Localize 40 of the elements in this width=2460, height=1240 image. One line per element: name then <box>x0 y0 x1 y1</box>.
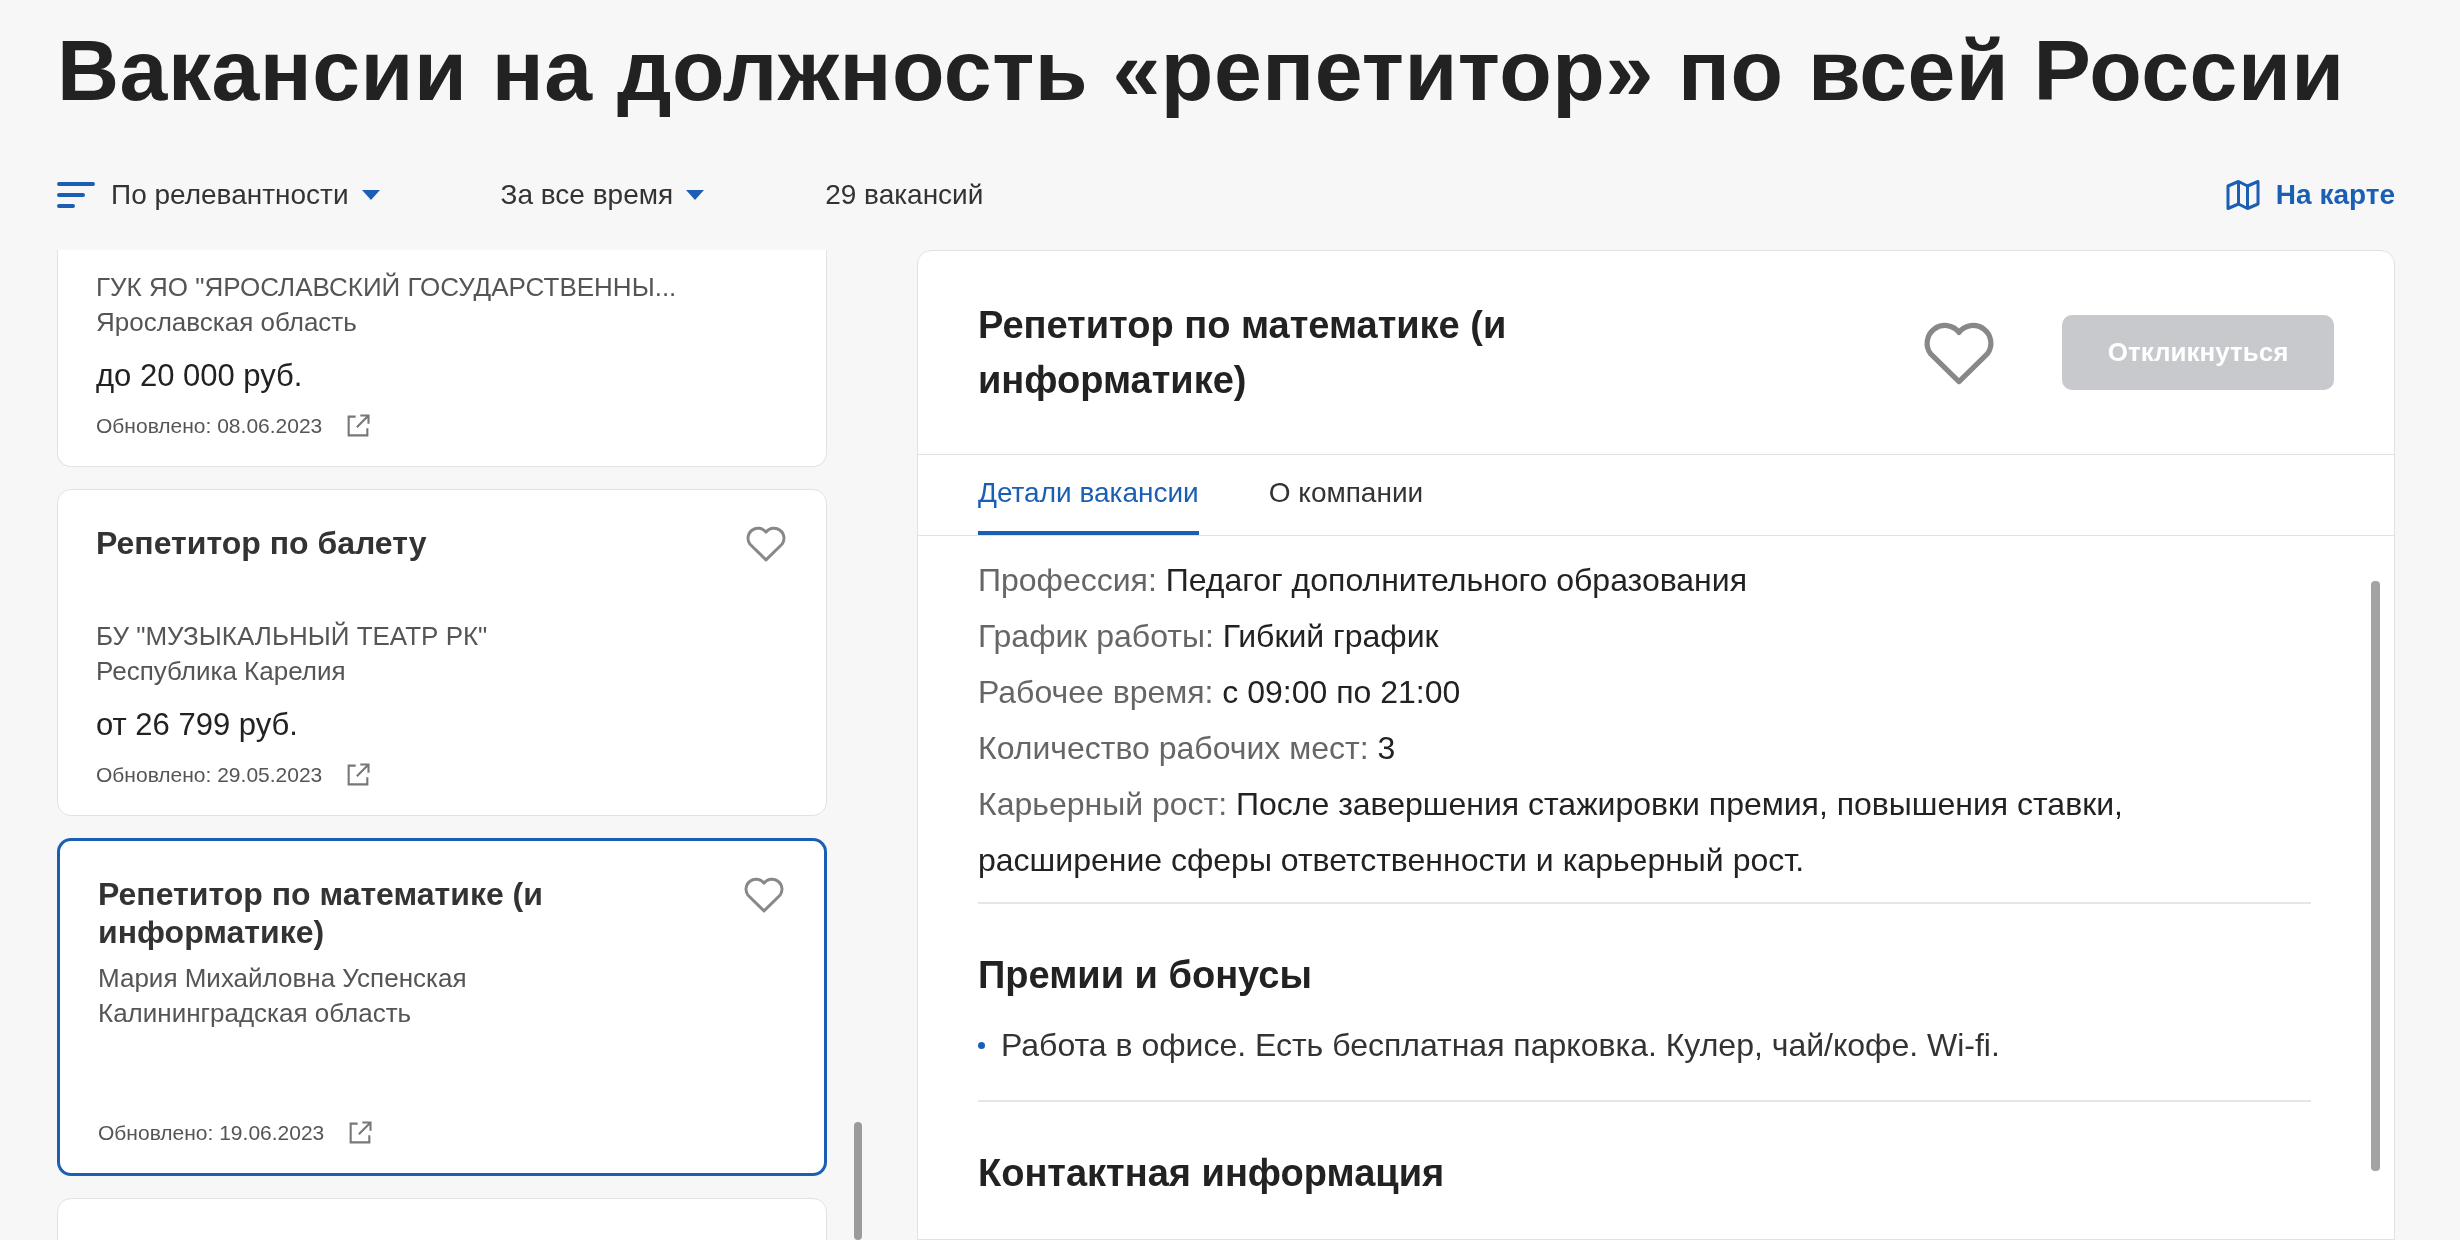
detail-field: Количество рабочих мест: 3 <box>978 720 2311 776</box>
scrollbar-thumb[interactable] <box>854 1122 862 1240</box>
employer-name: Мария Михайловна Успенская <box>98 961 468 995</box>
bullet-text: Работа в офисе. Есть бесплатная парковка. Кулер, чай/кофе. Wi-fi. <box>1001 1027 2000 1064</box>
bullet-icon <box>978 1042 985 1049</box>
heart-icon[interactable] <box>744 524 788 563</box>
vacancy-card[interactable]: ГУК ЯО "ЯРОСЛАВСКИЙ ГОСУДАРСТВЕННЫ... Ярославская область до 20 000 руб. Обновлено: 08.06.2023 <box>57 250 827 467</box>
caret-icon <box>360 189 381 201</box>
detail-field: График работы: Гибкий график <box>978 608 2311 664</box>
map-link[interactable]: На карте <box>2223 177 2395 213</box>
sort-dropdown[interactable]: По релевантности <box>111 179 381 211</box>
vacancy-heading: Репетитор по математике (и информатике) <box>978 302 1508 403</box>
employer-name: ГУК ЯО "ЯРОСЛАВСКИЙ ГОСУДАРСТВЕННЫ... <box>96 271 678 304</box>
tab[interactable]: О компании <box>1268 455 1424 535</box>
detail-field: Рабочее время: с 09:00 по 21:00 <box>978 664 2311 720</box>
region-name: Калининградская область <box>98 996 413 1030</box>
map-link-label[interactable]: На карте <box>2275 179 2395 211</box>
region-name: Республика Карелия <box>96 654 347 688</box>
vacancy-card[interactable]: Репетитор по балету БУ "МУЗЫКАЛЬНЫЙ ТЕАТР РК" Республика Карелия от 26 799 руб. Обновлено: 29.05.2023 <box>57 489 827 816</box>
employer-name: БУ "МУЗЫКАЛЬНЫЙ ТЕАТР РК" <box>96 619 489 653</box>
vacancy-title[interactable]: Репетитор по балету <box>96 524 427 562</box>
updated-date: Обновлено: 19.06.2023 <box>98 1120 325 1145</box>
vacancy-count: 29 вакансий <box>825 179 984 211</box>
vacancy-card[interactable]: Репетитор по математике (и информатике) Мария Михайловна Успенская Калининградская область Обновлено: 19.06.2023 <box>57 837 827 1176</box>
salary: от 26 799 руб. <box>96 706 299 743</box>
detail-field: Карьерный рост: После завершения стажировки премия, повышения ставки, расширение сферы ответственности и карьерный рост. <box>978 776 2311 888</box>
region-name: Ярославская область <box>96 306 358 339</box>
tab[interactable]: Детали вакансии <box>978 455 1199 535</box>
sort-icon <box>57 181 95 209</box>
scrollbar-thumb[interactable] <box>2371 581 2380 1171</box>
period-dropdown[interactable]: За все время <box>500 179 706 211</box>
section-heading: Контактная информация <box>978 1152 1446 1195</box>
page-title: Вакансии на должность «репетитор» по всей России <box>57 20 2346 120</box>
detail-field: Профессия: Педагог дополнительного образования <box>978 552 2311 608</box>
caret-icon <box>685 189 706 201</box>
salary: до 20 000 руб. <box>96 358 304 394</box>
updated-date: Обновлено: 29.05.2023 <box>96 762 323 787</box>
vacancy-title[interactable]: Репетитор по математике (и информатике) <box>98 874 722 951</box>
updated-date: Обновлено: 08.06.2023 <box>96 414 323 438</box>
section-heading: Премии и бонусы <box>978 954 1313 997</box>
